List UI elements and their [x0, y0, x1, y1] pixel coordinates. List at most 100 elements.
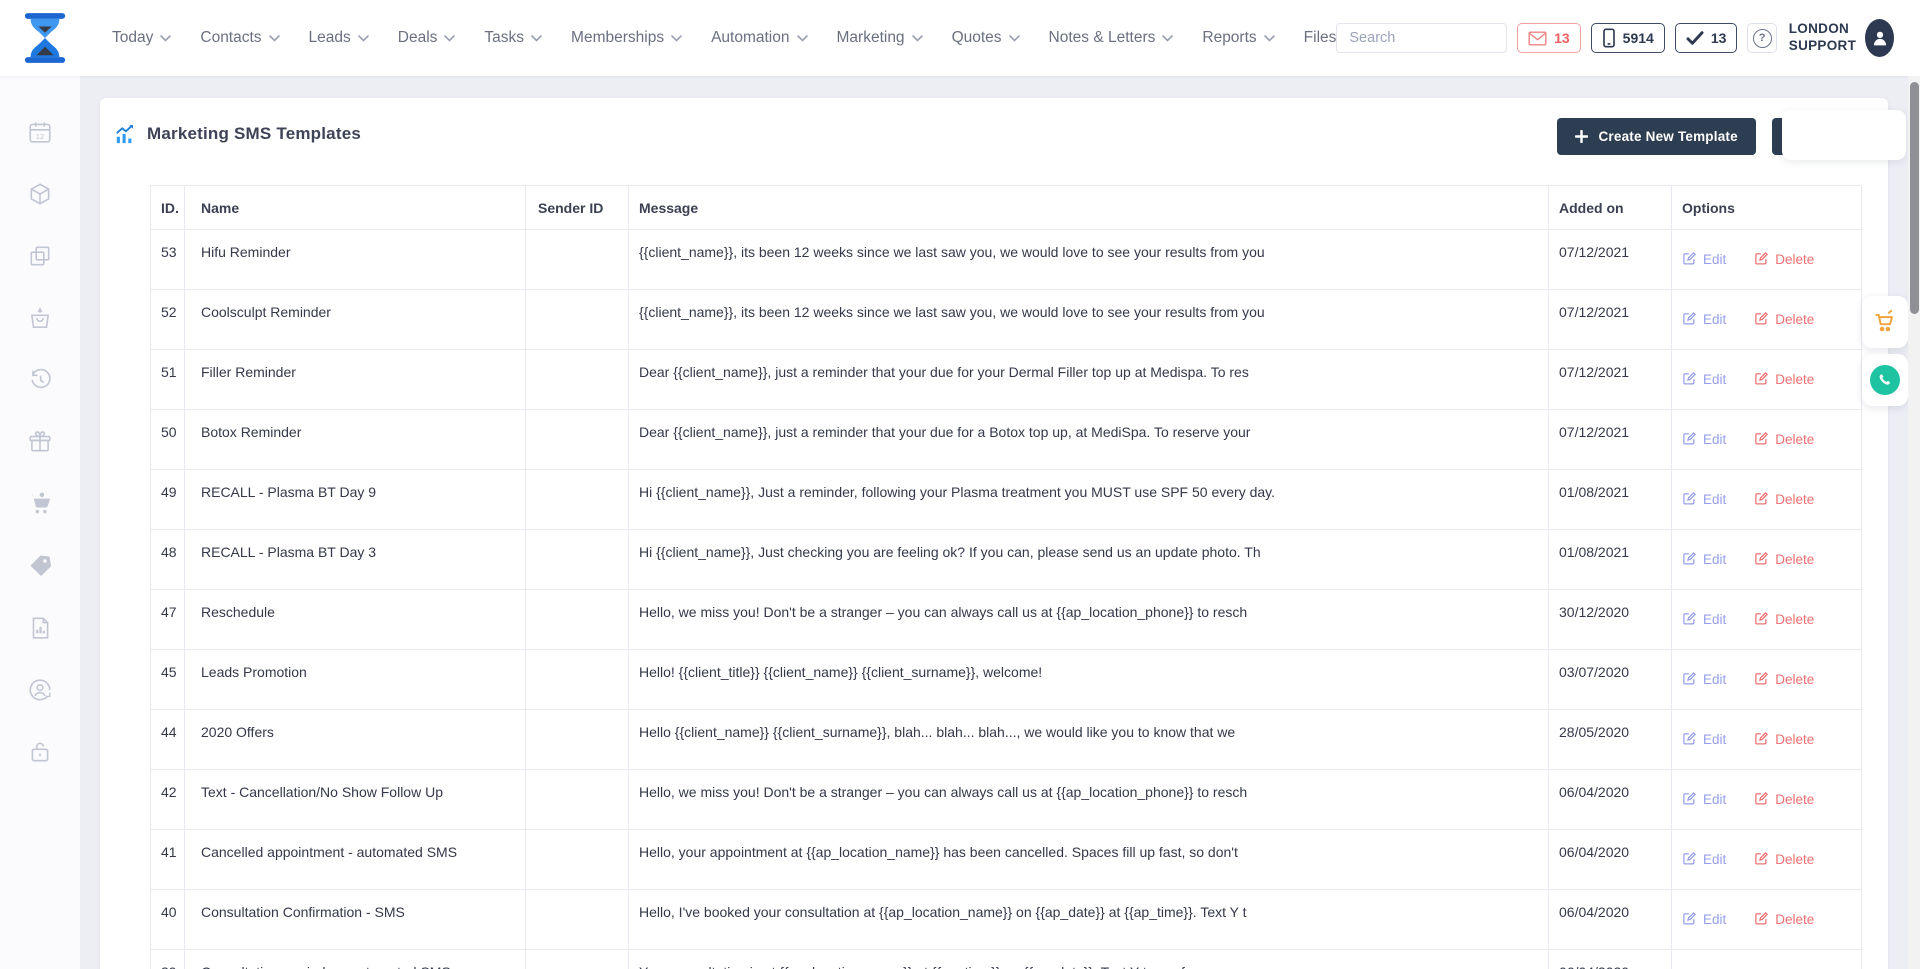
nav-item-marketing[interactable]: Marketing: [837, 29, 923, 47]
nav-item-contacts[interactable]: Contacts: [200, 29, 279, 47]
edit-link[interactable]: Edit: [1682, 791, 1726, 809]
scrollbar[interactable]: [1908, 76, 1920, 969]
cell-name: Consultation reminder - automated SMS: [185, 950, 526, 969]
nav-item-files[interactable]: Files: [1304, 29, 1337, 47]
edit-link[interactable]: Edit: [1682, 551, 1726, 569]
cell-added-on: 07/12/2021: [1549, 350, 1672, 409]
edit-pencil-icon: [1682, 251, 1697, 269]
cell-options: Edit Delete: [1672, 890, 1861, 949]
cart-fab-button[interactable]: [1862, 296, 1908, 348]
history-icon[interactable]: [27, 367, 53, 393]
bag-icon[interactable]: [27, 305, 53, 331]
nav-item-deals[interactable]: Deals: [398, 29, 456, 47]
app-logo-hourglass-icon[interactable]: [22, 12, 68, 64]
edit-link[interactable]: Edit: [1682, 431, 1726, 449]
cell-added-on: 01/08/2021: [1549, 530, 1672, 589]
edit-link[interactable]: Edit: [1682, 371, 1726, 389]
delete-link[interactable]: Delete: [1754, 251, 1814, 269]
delete-link[interactable]: Delete: [1754, 311, 1814, 329]
search-input[interactable]: [1337, 30, 1507, 46]
delete-link[interactable]: Delete: [1754, 371, 1814, 389]
edit-pencil-icon: [1682, 731, 1697, 749]
nav-item-quotes[interactable]: Quotes: [952, 29, 1020, 47]
cell-sender-id: [526, 410, 629, 469]
cell-message: Hello, we miss you! Don't be a stranger …: [629, 770, 1549, 829]
delete-pencil-icon: [1754, 851, 1769, 869]
cell-added-on: 06/04/2020: [1549, 770, 1672, 829]
edit-link[interactable]: Edit: [1682, 251, 1726, 269]
cell-message: {{client_name}}, its been 12 weeks since…: [629, 290, 1549, 349]
cell-added-on: 07/12/2021: [1549, 410, 1672, 469]
nav-item-label: Quotes: [952, 29, 1002, 47]
edit-pencil-icon: [1682, 611, 1697, 629]
cell-added-on: 07/12/2021: [1549, 290, 1672, 349]
nav-item-memberships[interactable]: Memberships: [571, 29, 682, 47]
cell-name: RECALL - Plasma BT Day 3: [185, 530, 526, 589]
scrollbar-thumb[interactable]: [1910, 82, 1919, 314]
delete-link[interactable]: Delete: [1754, 731, 1814, 749]
user-sync-icon[interactable]: [27, 677, 53, 703]
edit-link[interactable]: Edit: [1682, 611, 1726, 629]
lock-icon[interactable]: [27, 739, 53, 765]
cube-icon[interactable]: [27, 181, 53, 207]
phone-fab-button[interactable]: [1862, 354, 1908, 406]
cart-icon[interactable]: [27, 491, 53, 517]
delete-link[interactable]: Delete: [1754, 791, 1814, 809]
cell-sender-id: [526, 950, 629, 969]
messages-count: 13: [1554, 30, 1570, 46]
edit-link[interactable]: Edit: [1682, 491, 1726, 509]
nav-item-automation[interactable]: Automation: [711, 29, 807, 47]
delete-link[interactable]: Delete: [1754, 851, 1814, 869]
nav-item-reports[interactable]: Reports: [1202, 29, 1274, 47]
cell-id: 40: [151, 890, 185, 949]
nav-item-leads[interactable]: Leads: [309, 29, 369, 47]
delete-pencil-icon: [1754, 731, 1769, 749]
cell-sender-id: [526, 230, 629, 289]
avatar[interactable]: [1865, 19, 1894, 57]
tag-icon[interactable]: [27, 553, 53, 579]
edit-label: Edit: [1703, 672, 1726, 687]
edit-label: Edit: [1703, 552, 1726, 567]
delete-link[interactable]: Delete: [1754, 491, 1814, 509]
delete-link[interactable]: Delete: [1754, 551, 1814, 569]
tasks-badge[interactable]: 13: [1675, 23, 1738, 53]
table-header-row: ID.NameSender IDMessageAdded onOptions: [151, 186, 1861, 230]
column-header: Added on: [1549, 186, 1672, 229]
delete-link[interactable]: Delete: [1754, 611, 1814, 629]
calendar-icon[interactable]: 12: [27, 119, 53, 145]
edit-link[interactable]: Edit: [1682, 911, 1726, 929]
cell-sender-id: [526, 650, 629, 709]
edit-link[interactable]: Edit: [1682, 851, 1726, 869]
messages-badge[interactable]: 13: [1517, 23, 1581, 53]
nav-item-tasks[interactable]: Tasks: [484, 29, 542, 47]
cell-name: Cancelled appointment - automated SMS: [185, 830, 526, 889]
delete-label: Delete: [1775, 612, 1814, 627]
report-icon[interactable]: [27, 615, 53, 641]
nav-item-today[interactable]: Today: [112, 29, 171, 47]
chart-icon: [114, 124, 136, 144]
table-body: 53 Hifu Reminder {{client_name}}, its be…: [151, 230, 1861, 969]
edit-link[interactable]: Edit: [1682, 311, 1726, 329]
delete-label: Delete: [1775, 372, 1814, 387]
create-new-template-button[interactable]: Create New Template: [1557, 118, 1755, 155]
cell-sender-id: [526, 590, 629, 649]
copy-icon[interactable]: [27, 243, 53, 269]
edit-link[interactable]: Edit: [1682, 731, 1726, 749]
gift-icon[interactable]: [27, 429, 53, 455]
edit-link[interactable]: Edit: [1682, 671, 1726, 689]
delete-pencil-icon: [1754, 551, 1769, 569]
column-header: Message: [629, 186, 1549, 229]
cell-sender-id: [526, 710, 629, 769]
delete-link[interactable]: Delete: [1754, 911, 1814, 929]
cell-name: Filler Reminder: [185, 350, 526, 409]
delete-pencil-icon: [1754, 611, 1769, 629]
cell-added-on: 28/05/2020: [1549, 710, 1672, 769]
help-button[interactable]: ?: [1747, 23, 1776, 53]
calls-badge[interactable]: 5914: [1591, 23, 1665, 53]
nav-item-notes-letters[interactable]: Notes & Letters: [1049, 29, 1174, 47]
cell-options: Edit Delete: [1672, 710, 1861, 769]
column-header: Options: [1672, 186, 1861, 229]
table-row: 48 RECALL - Plasma BT Day 3 Hi {{client_…: [151, 530, 1861, 590]
delete-link[interactable]: Delete: [1754, 671, 1814, 689]
delete-link[interactable]: Delete: [1754, 431, 1814, 449]
